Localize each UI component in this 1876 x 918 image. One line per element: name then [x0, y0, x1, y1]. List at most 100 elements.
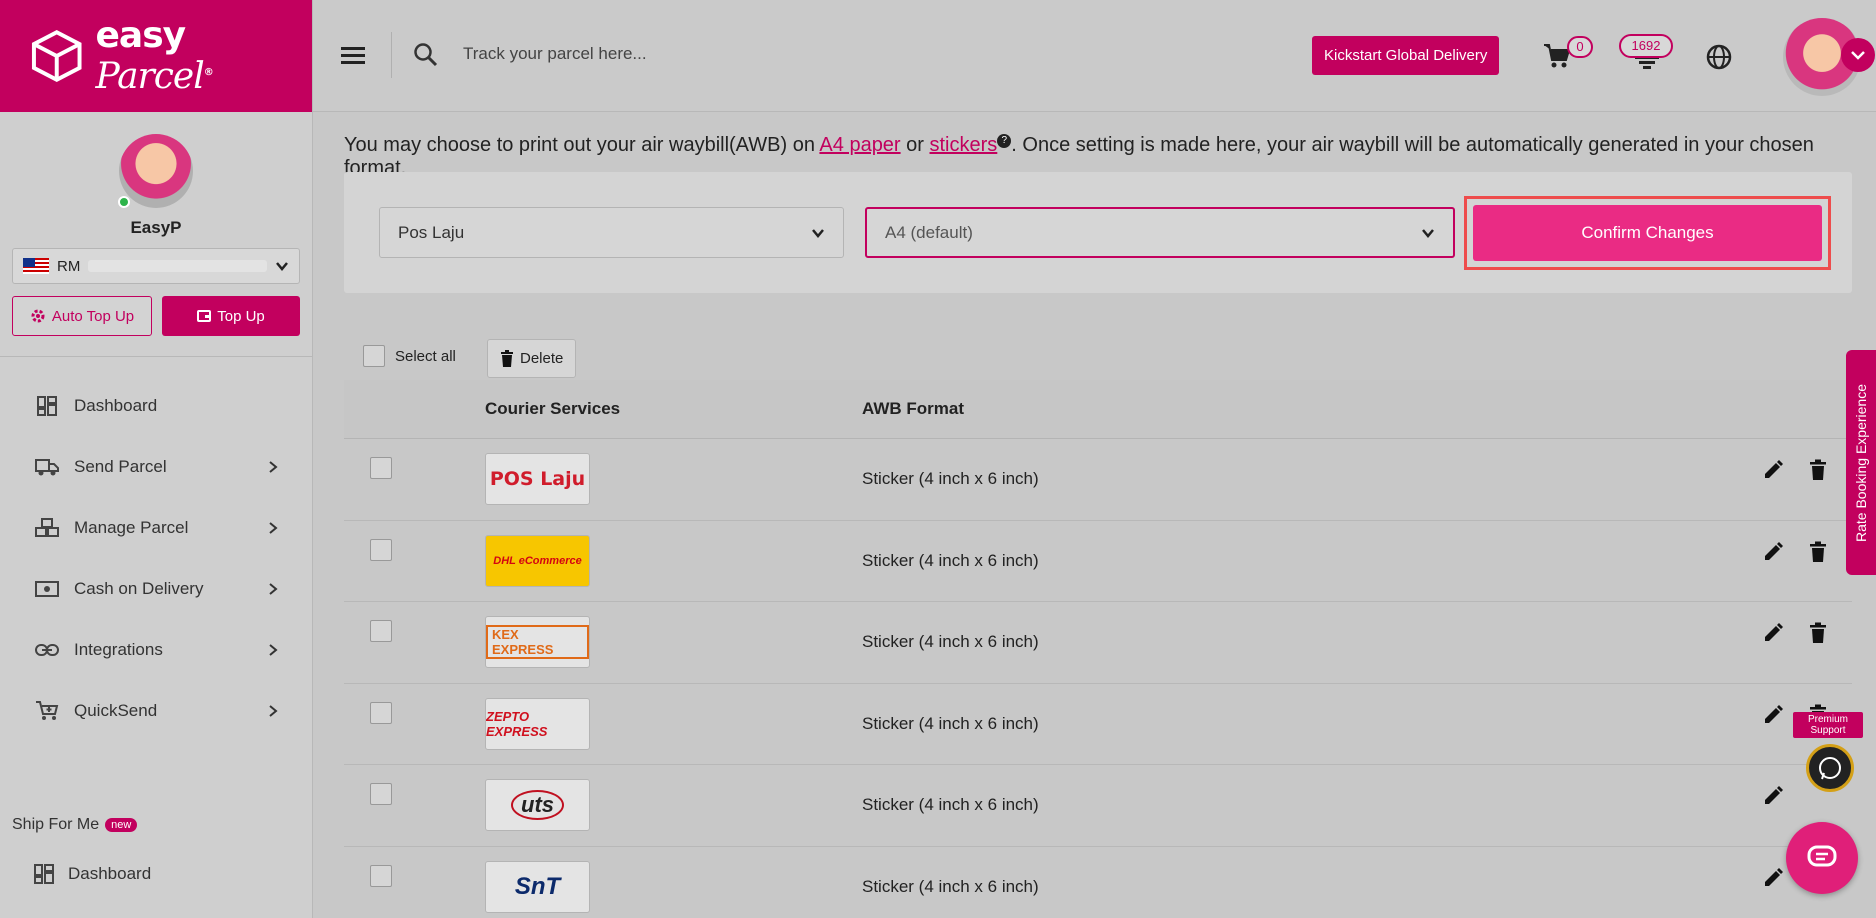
- confirm-changes-button[interactable]: Confirm Changes: [1473, 205, 1822, 261]
- help-icon[interactable]: ?: [997, 134, 1012, 149]
- online-status-dot: [118, 196, 130, 208]
- courier-logo-kex: KEX EXPRESS: [485, 616, 590, 669]
- pencil-icon[interactable]: [1762, 459, 1784, 481]
- trash-icon[interactable]: [1808, 622, 1828, 644]
- brand-logo[interactable]: easy Parcel®: [0, 0, 312, 112]
- table-row: SnT Sticker (4 inch x 6 inch): [344, 847, 1852, 918]
- auto-top-up-label: Auto Top Up: [51, 307, 135, 325]
- a4-paper-link[interactable]: A4 paper: [819, 134, 900, 156]
- awb-format-cell: Sticker (4 inch x 6 inch): [862, 713, 1039, 733]
- bulk-delete-button[interactable]: Delete: [487, 339, 577, 378]
- select-all-checkbox[interactable]: [363, 345, 385, 367]
- ship-for-me-heading: Ship For Me new: [12, 816, 138, 834]
- row-checkbox[interactable]: [370, 620, 392, 642]
- truck-icon: [34, 457, 60, 477]
- awb-settings-panel: Pos Laju A4 (default) Confirm Changes: [344, 172, 1852, 293]
- new-badge: new: [105, 818, 138, 832]
- sidebar-item-label: QuickSend: [74, 700, 158, 720]
- wallet-balance-select[interactable]: RM: [12, 248, 300, 284]
- confirm-highlight-frame: Confirm Changes: [1464, 196, 1831, 270]
- chevron-down-icon: [812, 228, 824, 238]
- courier-select-value: Pos Laju: [398, 222, 465, 242]
- whatsapp-vip-icon[interactable]: [1806, 744, 1854, 792]
- row-checkbox[interactable]: [370, 457, 392, 479]
- sidebar-item-label: Send Parcel: [74, 456, 167, 476]
- top-up-label: Top Up: [217, 307, 265, 325]
- select-all-control[interactable]: Select all: [363, 345, 456, 367]
- pencil-icon[interactable]: [1762, 867, 1784, 889]
- globe-icon[interactable]: [1705, 43, 1733, 71]
- awb-format-cell: Sticker (4 inch x 6 inch): [862, 469, 1039, 489]
- courier-logo-text: DHL eCommerce: [493, 554, 582, 567]
- chevron-down-icon: [1851, 51, 1865, 60]
- cart-plus-icon: [34, 700, 60, 722]
- top-header: Track your parcel here... Kickstart Glob…: [313, 0, 1876, 112]
- account-menu-toggle[interactable]: [1841, 38, 1875, 72]
- sidebar-divider: [0, 356, 312, 357]
- trash-icon: [501, 349, 513, 367]
- sidebar-nav: Dashboard Send Parcel Manage Parcel Cash…: [0, 375, 312, 741]
- wallet-currency: RM: [57, 257, 81, 275]
- malaysia-flag-icon: [23, 258, 49, 274]
- select-all-label: Select all: [395, 347, 456, 365]
- pencil-icon[interactable]: [1762, 622, 1784, 644]
- gear-icon: [31, 309, 45, 323]
- row-checkbox[interactable]: [370, 538, 392, 561]
- intro-text-part: or: [900, 134, 930, 156]
- sidebar-item-label: Cash on Delivery: [74, 578, 204, 598]
- box-logo-icon: [31, 29, 82, 83]
- courier-logo-text: ZEPTO EXPRESS: [486, 708, 548, 739]
- awb-format-select[interactable]: A4 (default): [865, 207, 1455, 258]
- chat-button[interactable]: [1786, 822, 1858, 894]
- sidebar-item-send-parcel[interactable]: Send Parcel: [0, 436, 312, 497]
- table-row: ZEPTO EXPRESS Sticker (4 inch x 6 inch): [344, 684, 1852, 765]
- pencil-icon[interactable]: [1762, 541, 1784, 563]
- cash-icon: [34, 580, 60, 598]
- sidebar-item-cash-on-delivery[interactable]: Cash on Delivery: [0, 558, 312, 619]
- chevron-right-icon: [269, 582, 278, 595]
- profile-section: EasyP: [0, 112, 312, 238]
- stickers-link[interactable]: stickers: [930, 134, 998, 156]
- chevron-down-icon: [276, 262, 288, 271]
- row-checkbox[interactable]: [370, 864, 392, 887]
- premium-support-label[interactable]: Premium Support: [1793, 712, 1863, 738]
- courier-logo-text: POS Laju: [489, 468, 586, 491]
- kickstart-global-delivery-button[interactable]: Kickstart Global Delivery: [1312, 36, 1500, 75]
- courier-logo-zepto: ZEPTO EXPRESS: [485, 697, 590, 750]
- pencil-icon[interactable]: [1762, 704, 1784, 726]
- auto-top-up-button[interactable]: Auto Top Up: [12, 296, 152, 336]
- dashboard-icon: [34, 864, 54, 884]
- hamburger-menu-icon[interactable]: [341, 44, 367, 66]
- search-icon[interactable]: [413, 42, 439, 68]
- courier-logo-poslaju: POS Laju: [485, 453, 590, 506]
- avatar[interactable]: [119, 134, 193, 208]
- table-row: KEX EXPRESS Sticker (4 inch x 6 inch): [344, 602, 1852, 684]
- ship-for-me-label: Ship For Me: [12, 816, 100, 833]
- wallet-amount-redacted: [88, 260, 267, 272]
- whatsapp-icon: [1819, 757, 1841, 780]
- row-checkbox[interactable]: [370, 701, 392, 724]
- track-parcel-input[interactable]: Track your parcel here...: [463, 44, 647, 64]
- courier-select[interactable]: Pos Laju: [379, 207, 844, 258]
- awb-format-select-value: A4 (default): [885, 222, 973, 242]
- notification-count-badge: 1692: [1619, 34, 1673, 58]
- row-checkbox[interactable]: [370, 783, 392, 805]
- brand-name: easy Parcel®: [95, 15, 213, 97]
- link-icon: [34, 643, 60, 657]
- trash-icon[interactable]: [1808, 541, 1828, 563]
- sidebar-item-label: Manage Parcel: [74, 517, 189, 537]
- sidebar-item-integrations[interactable]: Integrations: [0, 619, 312, 680]
- sidebar-item-label: Integrations: [74, 639, 163, 659]
- cart-count-badge: 0: [1567, 36, 1593, 58]
- trash-icon[interactable]: [1808, 459, 1828, 481]
- rate-booking-experience-tab[interactable]: Rate Booking Experience: [1846, 350, 1876, 575]
- sidebar-item-quicksend[interactable]: QuickSend: [0, 680, 312, 741]
- column-header-format: AWB Format: [862, 399, 964, 418]
- pencil-icon[interactable]: [1762, 785, 1784, 807]
- sidebar-item-dashboard[interactable]: Dashboard: [0, 375, 312, 436]
- sidebar-item-ship-dashboard[interactable]: Dashboard: [34, 864, 151, 884]
- sidebar-item-manage-parcel[interactable]: Manage Parcel: [0, 497, 312, 558]
- boxes-icon: [34, 517, 60, 538]
- top-up-button[interactable]: Top Up: [162, 296, 300, 336]
- courier-logo-snt: SnT: [485, 860, 590, 913]
